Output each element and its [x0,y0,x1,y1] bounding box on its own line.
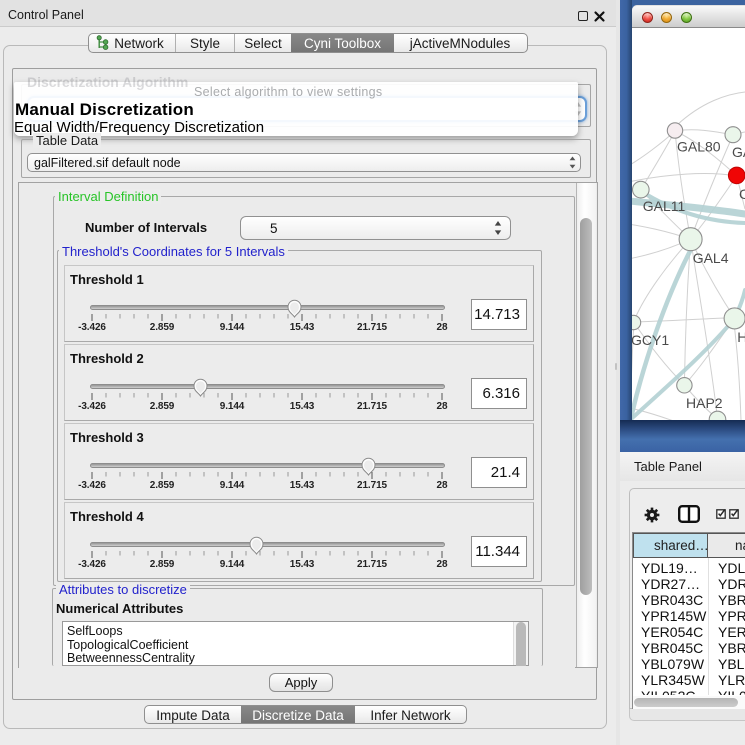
svg-text:GAL80: GAL80 [677,139,721,155]
svg-text:HAP2: HAP2 [686,395,723,411]
svg-text:GA: GA [732,144,745,160]
svg-text:CY: CY [739,186,745,202]
svg-text:GCY1: GCY1 [632,332,669,348]
svg-text:H: H [737,329,745,345]
svg-text:GAL11: GAL11 [643,198,686,214]
svg-text:GAL4: GAL4 [693,250,729,266]
